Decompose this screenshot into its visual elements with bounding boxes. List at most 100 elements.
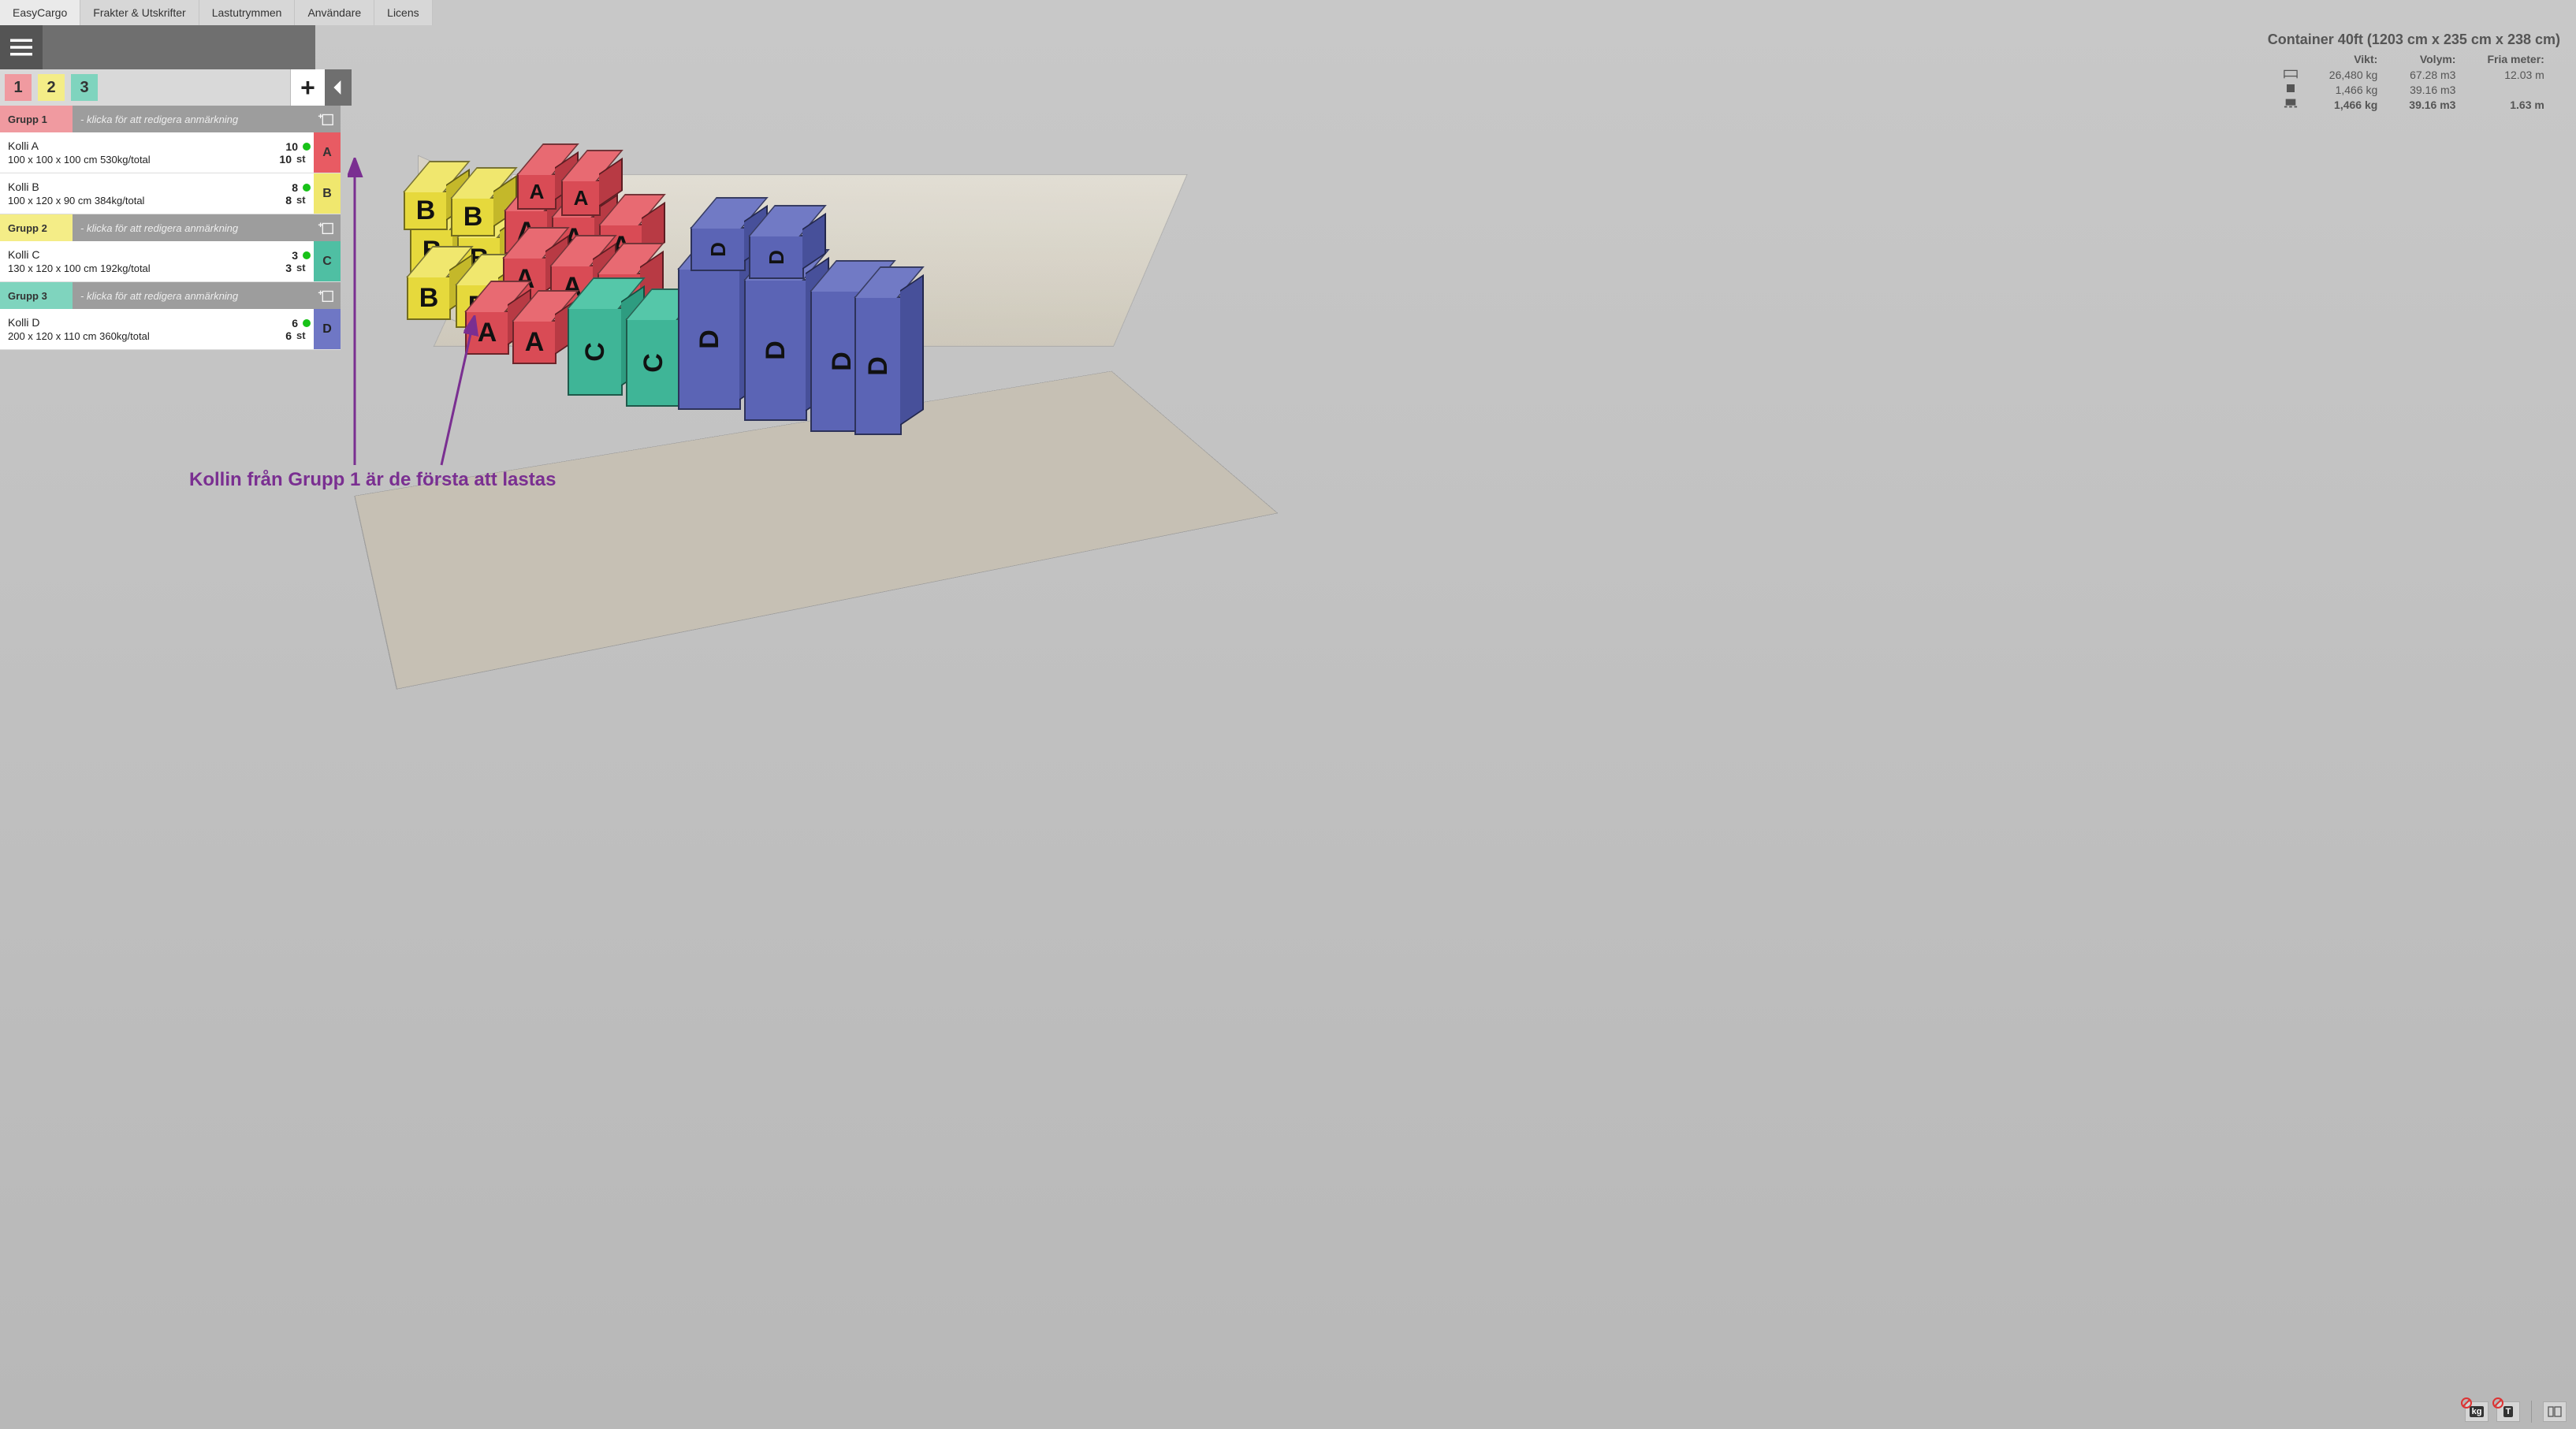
cargo-item-qty: 1010st xyxy=(266,132,314,173)
stats-table: Vikt:Volym:Fria meter: 26,480 kg67.28 m3… xyxy=(2268,51,2560,112)
group-header-3[interactable]: Grupp 3 - klicka för att redigera anmärkn… xyxy=(0,282,341,309)
header-fill xyxy=(43,25,315,69)
forbidden-icon xyxy=(2492,1397,2503,1409)
cargo-color-swatch[interactable]: B xyxy=(314,173,341,214)
group-header-1[interactable]: Grupp 1 - klicka för att redigera anmärkn… xyxy=(0,106,341,132)
forbidden-icon xyxy=(2461,1397,2472,1409)
status-dot-icon xyxy=(303,143,311,151)
stats-row: 1,466 kg39.16 m3 xyxy=(2268,82,2560,97)
group-label: Grupp 3 xyxy=(0,282,73,309)
cargo-box-3d[interactable]: A xyxy=(517,173,557,210)
stats-fria xyxy=(2471,82,2559,97)
group-note-field[interactable]: - klicka för att redigera anmärkning xyxy=(73,282,341,309)
cargo-box-3d[interactable]: D xyxy=(854,296,902,435)
view-layout-button[interactable] xyxy=(2543,1401,2567,1422)
add-group-button[interactable]: + xyxy=(290,69,325,106)
stats-volym: 67.28 m3 xyxy=(2393,67,2471,82)
group-tab-3[interactable]: 3 xyxy=(71,74,98,101)
annotation-text: Kollin från Grupp 1 är de första att las… xyxy=(189,469,556,491)
group-tab-1[interactable]: 1 xyxy=(5,74,32,101)
stats-vikt: 1,466 kg xyxy=(2314,82,2394,97)
container-title: Container 40ft (1203 cm x 235 cm x 238 c… xyxy=(2268,32,2560,48)
qty-unit: st xyxy=(296,194,311,206)
cargo-item-row[interactable]: Kolli C130 x 120 x 100 cm 192kg/total33s… xyxy=(0,241,341,282)
cargo-sidebar: Grupp 1 - klicka för att redigera anmärkn… xyxy=(0,106,341,350)
toggle-text-button[interactable]: T xyxy=(2496,1401,2520,1422)
cargo-item-main: Kolli A100 x 100 x 100 cm 530kg/total xyxy=(0,132,266,173)
add-cargo-icon[interactable] xyxy=(317,111,334,127)
stats-row: 1,466 kg39.16 m31.63 m xyxy=(2268,97,2560,112)
top-tab-easycargo[interactable]: EasyCargo xyxy=(0,0,80,25)
qty-unit: st xyxy=(296,329,311,341)
top-tab-lastutrymmen[interactable]: Lastutrymmen xyxy=(199,0,296,25)
cargo-item-qty: 88st xyxy=(266,173,314,214)
cargo-box-3d[interactable]: B xyxy=(404,191,448,230)
toggle-text-icon: T xyxy=(2503,1406,2514,1417)
stats-fria: 12.03 m xyxy=(2471,67,2559,82)
cargo-item-main: Kolli D200 x 120 x 110 cm 360kg/total xyxy=(0,309,266,349)
cargo-box-3d[interactable]: A xyxy=(561,180,601,216)
cargo-box-3d[interactable]: C xyxy=(568,307,623,396)
cargo-box-3d[interactable]: D xyxy=(749,235,804,279)
stats-volym: 39.16 m3 xyxy=(2393,82,2471,97)
cargo-box-3d[interactable]: A xyxy=(512,320,557,364)
stats-volym: 39.16 m3 xyxy=(2393,97,2471,112)
chevron-left-icon xyxy=(333,80,344,95)
hamburger-icon xyxy=(10,39,32,56)
status-dot-icon xyxy=(303,251,311,259)
collapse-sidebar-button[interactable] xyxy=(325,69,352,106)
top-tabs: EasyCargoFrakter & UtskrifterLastutrymme… xyxy=(0,0,2576,25)
cargo-item-main: Kolli B100 x 120 x 90 cm 384kg/total xyxy=(0,173,266,214)
group-note-field[interactable]: - klicka för att redigera anmärkning xyxy=(73,106,341,132)
group-tab-2[interactable]: 2 xyxy=(38,74,65,101)
cargo-box-3d[interactable]: B xyxy=(451,197,495,236)
cargo-item-qty: 33st xyxy=(266,241,314,281)
cargo-item-dims: 130 x 120 x 100 cm 192kg/total xyxy=(8,262,259,274)
toggle-weight-button[interactable]: kg xyxy=(2465,1401,2489,1422)
header-bar xyxy=(0,25,2576,69)
pallet-icon xyxy=(2268,97,2314,112)
cargo-color-swatch[interactable]: D xyxy=(314,309,341,349)
cargo-item-row[interactable]: Kolli A100 x 100 x 100 cm 530kg/total101… xyxy=(0,132,341,173)
cargo-box-3d[interactable]: D xyxy=(678,268,741,410)
cargo-item-row[interactable]: Kolli B100 x 120 x 90 cm 384kg/total88st… xyxy=(0,173,341,214)
cargo-item-name: Kolli D xyxy=(8,316,259,329)
group-note-placeholder: - klicka för att redigera anmärkning xyxy=(80,290,238,302)
group-tab-row: 123 + xyxy=(0,69,352,106)
top-tab-anv-ndare[interactable]: Användare xyxy=(295,0,374,25)
qty-unit: st xyxy=(296,153,311,165)
view-layout-icon xyxy=(2548,1406,2562,1417)
stats-fria: 1.63 m xyxy=(2471,97,2559,112)
cargo-box-3d[interactable]: D xyxy=(744,279,807,421)
cargo-item-dims: 200 x 120 x 110 cm 360kg/total xyxy=(8,330,259,342)
add-cargo-icon[interactable] xyxy=(317,288,334,303)
cargo-item-row[interactable]: Kolli D200 x 120 x 110 cm 360kg/total66s… xyxy=(0,309,341,350)
cargo-item-dims: 100 x 120 x 90 cm 384kg/total xyxy=(8,195,259,207)
cargo-item-qty: 66st xyxy=(266,309,314,349)
group-note-field[interactable]: - klicka för att redigera anmärkning xyxy=(73,214,341,241)
hamburger-menu-button[interactable] xyxy=(0,25,43,69)
status-dot-icon xyxy=(303,319,311,327)
container-stats-panel: Container 40ft (1203 cm x 235 cm x 238 c… xyxy=(2268,32,2560,112)
cargo-color-swatch[interactable]: C xyxy=(314,241,341,281)
group-tab-strip: 123 xyxy=(0,69,290,106)
group-note-placeholder: - klicka för att redigera anmärkning xyxy=(80,114,238,125)
cargo-box-3d[interactable]: C xyxy=(626,318,681,407)
top-tab-frakter-utskrifter[interactable]: Frakter & Utskrifter xyxy=(80,0,199,25)
top-tab-licens[interactable]: Licens xyxy=(374,0,432,25)
cargo-item-name: Kolli A xyxy=(8,140,259,152)
cargo-item-main: Kolli C130 x 120 x 100 cm 192kg/total xyxy=(0,241,266,281)
add-cargo-icon[interactable] xyxy=(317,220,334,236)
group-label: Grupp 1 xyxy=(0,106,73,132)
container-icon xyxy=(2268,67,2314,82)
annotation-arrow-2 xyxy=(426,315,489,473)
cargo-box-3d[interactable]: B xyxy=(407,276,451,320)
cargo-box-3d[interactable]: D xyxy=(691,227,746,271)
stats-row: 26,480 kg67.28 m312.03 m xyxy=(2268,67,2560,82)
stats-vikt: 26,480 kg xyxy=(2314,67,2394,82)
group-header-2[interactable]: Grupp 2- klicka för att redigera anmärkn… xyxy=(0,214,341,241)
cargo-color-swatch[interactable]: A xyxy=(314,132,341,173)
box-icon xyxy=(2268,82,2314,97)
bottom-toolbar: kg T xyxy=(2465,1401,2567,1423)
stats-vikt: 1,466 kg xyxy=(2314,97,2394,112)
